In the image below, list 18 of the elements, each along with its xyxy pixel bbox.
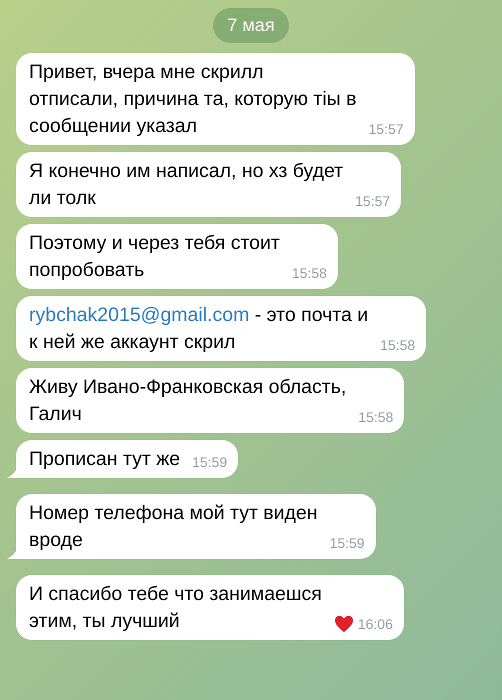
- email-link[interactable]: rybchak2015@gmail.com: [29, 304, 250, 326]
- message-time: 15:57: [368, 120, 404, 139]
- message-time: 15:58: [380, 336, 416, 355]
- message-time: 15:59: [192, 453, 228, 472]
- message-time: 15:58: [292, 264, 327, 283]
- message-time: 16:06: [358, 615, 393, 634]
- message-time: 15:59: [330, 534, 365, 553]
- message-text: Прописан тут же: [29, 447, 180, 472]
- message-text: Привет, вчера мне скрилл отписали, причина та, которую тiы в сообщении указал: [29, 60, 356, 139]
- message-text: rybchak2015@gmail.com - это почта и к ней же аккаунт скрил: [29, 303, 368, 355]
- message-text: Поэтому и через тебя стоит попробовать: [29, 231, 280, 283]
- message-text: И спасибо тебе что занимаешся этим, ты лучший: [29, 582, 322, 634]
- date-badge: 7 мая: [213, 8, 289, 43]
- message-text: Живу Ивано-Франковская область, Галич: [29, 375, 346, 427]
- message-text: Я конечно им написал, но хз будет ли толк: [29, 159, 344, 211]
- message-time: 15:57: [355, 192, 390, 211]
- message-text: Номер телефона мой тут виден вроде: [29, 501, 318, 553]
- message-time: 15:58: [358, 408, 394, 427]
